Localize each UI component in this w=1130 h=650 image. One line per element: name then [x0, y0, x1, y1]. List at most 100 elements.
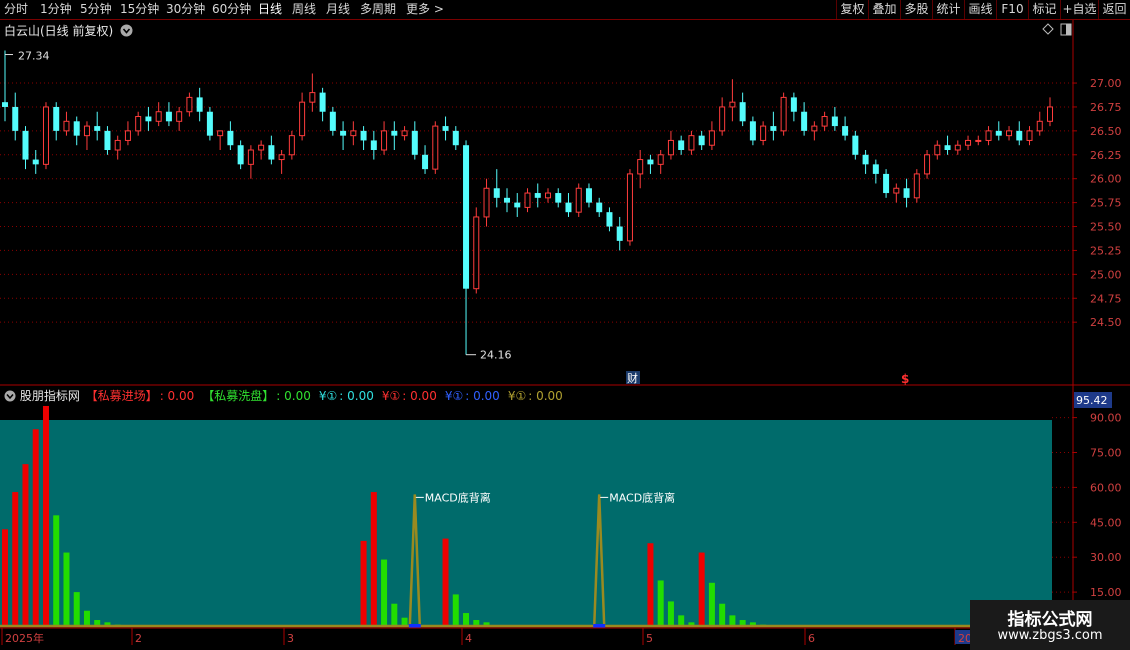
candle-body-down — [463, 145, 470, 289]
candle-body-down — [196, 97, 203, 112]
candle-body-down — [411, 130, 418, 155]
indicator-background — [0, 420, 1052, 627]
candle-body-up — [1047, 106, 1053, 122]
indicator-value: : 0.00 — [159, 389, 195, 403]
chevron-down-icon[interactable] — [4, 390, 16, 402]
candle-body-up — [278, 154, 285, 161]
candle-body-up — [626, 173, 633, 242]
candle-body-down — [73, 121, 80, 136]
indicator-label: ¥① — [318, 389, 338, 403]
indicator-label: ¥① — [444, 389, 464, 403]
candle-body-down — [872, 164, 879, 174]
candle-body-down — [770, 126, 777, 131]
candle-body-down — [790, 97, 797, 112]
indicator-tick-label: 90.00 — [1090, 412, 1122, 425]
candle-body-down — [616, 226, 623, 241]
candle-body-down — [678, 140, 685, 150]
indicator-label: ¥① — [381, 389, 401, 403]
date-tick-label: 4 — [465, 632, 472, 645]
candle-body-down — [319, 92, 326, 112]
price-tick-label: 25.75 — [1090, 197, 1122, 210]
candle-body-up — [924, 154, 931, 175]
indicator-bar — [32, 429, 39, 627]
macd-signal-mark — [408, 624, 421, 628]
high-label: 27.34 — [18, 50, 50, 63]
candle-body-up — [350, 130, 357, 137]
candle-body-down — [534, 193, 541, 198]
indicator-tick-label: 30.00 — [1090, 551, 1122, 564]
indicator-bar — [381, 559, 388, 627]
date-tick-label: 2 — [135, 632, 142, 645]
panel-controls — [1042, 23, 1072, 36]
candle-body-up — [83, 125, 90, 137]
candle-body-up — [124, 130, 131, 141]
price-tick-label: 26.00 — [1090, 173, 1122, 186]
indicator-tick-label: 45.00 — [1090, 516, 1122, 529]
candle-body-down — [903, 188, 910, 198]
candle-body-down — [329, 111, 336, 131]
candle-body-down — [596, 202, 603, 213]
price-tick-label: 24.75 — [1090, 292, 1122, 305]
candle-body-down — [145, 116, 152, 122]
candle-body-down — [944, 145, 951, 150]
candle-body-down — [831, 116, 838, 127]
watermark: 指标公式网 www.zbgs3.com — [970, 600, 1130, 650]
indicator-value: : 0.00 — [402, 389, 437, 403]
indicator-value: : 0.00 — [465, 389, 500, 403]
candle-body-down — [206, 111, 213, 136]
price-tick-label: 25.00 — [1090, 268, 1122, 281]
price-tick-label: 24.50 — [1090, 316, 1122, 329]
indicator-bar — [719, 603, 726, 627]
candle-body-up — [381, 130, 388, 151]
candle-body-down — [53, 106, 60, 131]
candle-body-up — [913, 173, 920, 199]
candle-body-down — [801, 111, 808, 131]
candle-body-up — [975, 139, 982, 142]
date-tick-label: 2025年 — [5, 631, 44, 645]
candle-body-up — [42, 106, 49, 165]
candle-body-down — [360, 130, 367, 141]
chevron-down-icon[interactable] — [120, 24, 133, 37]
indicator-value: : 0.00 — [528, 389, 563, 403]
finance-marker: 财 — [627, 371, 638, 385]
indicator-bar — [22, 464, 29, 627]
candle-body-up — [780, 96, 787, 132]
candle-body-up — [811, 125, 818, 132]
candle-body-up — [954, 144, 961, 151]
candle-body-down — [12, 106, 19, 131]
diamond-icon[interactable] — [1042, 23, 1054, 35]
candle-body-down — [227, 130, 234, 146]
price-tick-label: 27.00 — [1090, 77, 1122, 90]
candle-body-up — [288, 135, 295, 156]
candle-body-up — [401, 130, 408, 137]
candle-body-up — [708, 130, 715, 146]
axis-top-value: 95.42 — [1076, 394, 1108, 407]
indicator-label: 【私募进场】 — [85, 389, 158, 403]
indicator-label: 【私募洗盘】 — [202, 389, 275, 403]
candle-body-down — [22, 130, 29, 160]
indicator-bar — [391, 603, 398, 627]
candle-body-down — [739, 102, 746, 122]
candle-body-up — [186, 96, 193, 113]
indicator-tick-label: 75.00 — [1090, 447, 1122, 460]
candle-body-down — [555, 193, 562, 203]
candle-body-up — [760, 125, 767, 141]
candle-body-up — [135, 116, 142, 132]
indicator-bar — [2, 529, 8, 627]
indicator-bar — [698, 552, 705, 627]
candle-body-up — [544, 192, 551, 199]
indicator-bar — [63, 552, 70, 627]
indicator-value: : 0.00 — [339, 389, 374, 403]
candle-body-up — [432, 125, 439, 170]
candle-body-up — [821, 116, 828, 127]
candle-body-down — [452, 130, 459, 146]
date-tick-label: 3 — [287, 632, 294, 645]
candle-body-down — [94, 126, 101, 131]
candle-body-down — [442, 126, 449, 131]
price-tick-label: 26.75 — [1090, 101, 1122, 114]
candle-body-up — [258, 144, 265, 151]
indicator-bar — [452, 594, 459, 627]
candle-body-up — [155, 111, 162, 122]
price-tick-label: 26.50 — [1090, 125, 1122, 138]
candle-body-up — [176, 111, 183, 122]
